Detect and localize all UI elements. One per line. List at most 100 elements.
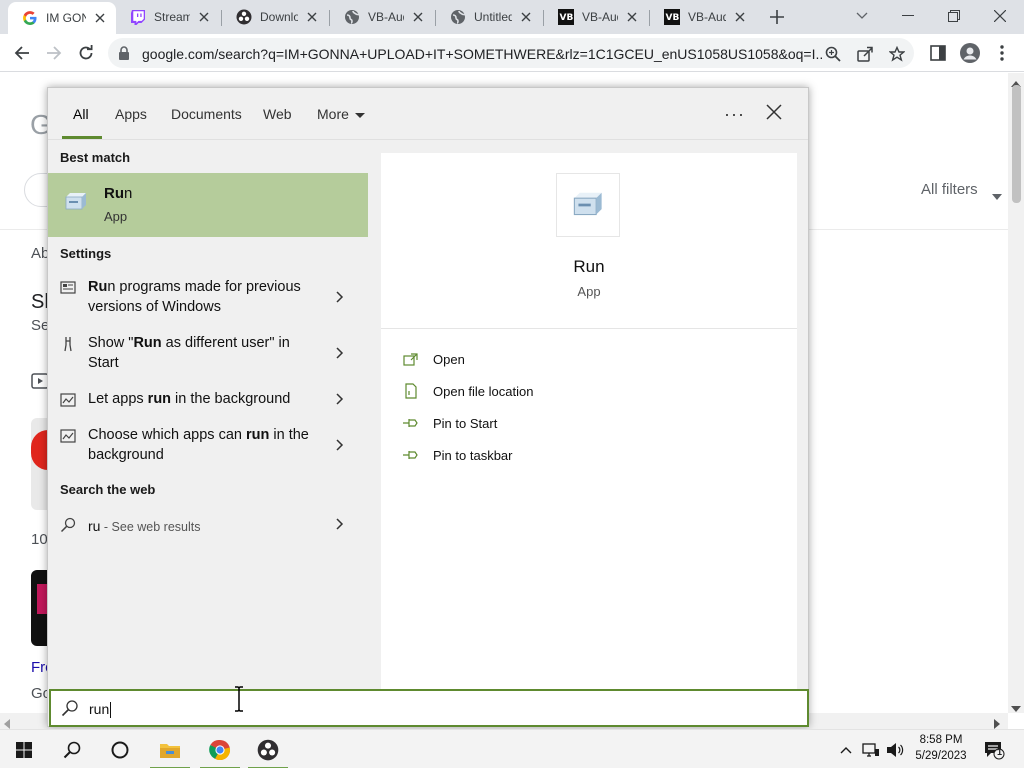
tab-apps[interactable]: Apps — [115, 106, 147, 122]
tab-close-icon[interactable] — [518, 9, 534, 25]
profile-avatar-icon[interactable] — [960, 43, 980, 63]
tab-google-search[interactable]: IM GONNA — [8, 2, 116, 34]
setting-show-run-as-different-user[interactable]: Show "Run as different user" in Start — [48, 333, 368, 379]
action-pin-to-taskbar[interactable]: Pin to taskbar — [401, 445, 513, 465]
start-windows-icon[interactable] — [0, 730, 48, 768]
volume-icon[interactable] — [884, 730, 906, 768]
chrome-icon[interactable] — [196, 730, 244, 768]
taskbar-search-icon[interactable] — [48, 730, 96, 768]
globe-icon — [450, 9, 466, 25]
tab-vb-audio-1[interactable]: VB-Aud — [330, 0, 434, 34]
compatibility-icon — [60, 280, 76, 296]
tab-close-icon[interactable] — [410, 9, 426, 25]
chevron-right-icon — [336, 439, 348, 451]
chevron-right-icon — [336, 393, 348, 405]
page-vertical-scrollbar[interactable] — [1008, 73, 1024, 713]
tab-vb-audio-2[interactable]: VB VB-Aud — [544, 0, 648, 34]
web-query: ru — [88, 518, 101, 534]
tab-vb-audio-3[interactable]: VB VB-Aud — [650, 0, 756, 34]
scrollbar-thumb[interactable] — [1012, 85, 1021, 203]
setting-text-bold: run — [147, 391, 172, 407]
best-match-header: Best match — [60, 150, 131, 165]
system-clock[interactable]: 8:58 PM 5/29/2023 — [906, 732, 976, 764]
address-bar[interactable]: google.com/search?q=IM+GONNA+UPLOAD+IT+S… — [108, 38, 914, 68]
video-thumbnail[interactable] — [31, 418, 48, 510]
setting-let-apps-run-background[interactable]: Let apps run in the background — [48, 389, 368, 415]
setting-text-pre: Show " — [88, 335, 134, 351]
network-icon[interactable] — [860, 730, 882, 768]
reload-icon[interactable] — [74, 41, 98, 65]
tab-all[interactable]: All — [73, 106, 89, 122]
action-open-file-location[interactable]: Open file location — [401, 381, 533, 401]
best-match-type: App — [104, 209, 128, 224]
search-input-box[interactable]: run — [49, 689, 809, 727]
tab-search-chevron-icon[interactable] — [850, 5, 874, 27]
window-close-icon[interactable] — [988, 5, 1012, 27]
file-explorer-icon[interactable] — [146, 730, 194, 768]
vb-icon: VB — [558, 9, 574, 25]
back-arrow-icon[interactable] — [10, 41, 34, 65]
obs-icon — [236, 9, 252, 25]
run-app-icon — [64, 191, 88, 213]
twitch-icon — [130, 9, 146, 25]
url-text[interactable]: google.com/search?q=IM+GONNA+UPLOAD+IT+S… — [142, 46, 822, 62]
count-fragment: 10 — [31, 531, 48, 548]
search-input[interactable]: run — [89, 701, 112, 719]
side-panel-icon[interactable] — [928, 43, 948, 63]
pin-icon — [401, 446, 421, 464]
action-center-notification-icon[interactable]: 1 — [980, 730, 1008, 768]
forward-arrow-icon[interactable] — [42, 41, 66, 65]
tab-close-icon[interactable] — [92, 10, 108, 26]
restore-icon[interactable] — [942, 5, 966, 27]
chrome-menu-icon[interactable] — [992, 43, 1012, 63]
tab-documents[interactable]: Documents — [171, 106, 242, 122]
search-close-icon[interactable] — [766, 104, 786, 124]
cortana-icon[interactable] — [96, 730, 144, 768]
tab-close-icon[interactable] — [732, 9, 748, 25]
all-filters-button[interactable]: All filters — [921, 181, 978, 198]
setting-text-pre: Let apps — [88, 391, 148, 407]
tab-web[interactable]: Web — [263, 106, 292, 122]
tray-chevron-up-icon[interactable] — [836, 730, 856, 768]
tab-title: VB-Aud — [582, 10, 618, 24]
tab-stream[interactable]: Stream — [116, 0, 220, 34]
tab-title: VB-Aud — [688, 10, 726, 24]
more-options-icon[interactable]: ··· — [724, 104, 745, 125]
obs-studio-icon[interactable] — [244, 730, 292, 768]
clock-time: 8:58 PM — [919, 734, 963, 746]
zoom-search-icon[interactable] — [824, 45, 842, 63]
background-apps-icon — [60, 392, 76, 408]
share-icon[interactable] — [856, 45, 874, 63]
preview-subtitle: App — [577, 284, 601, 299]
lock-icon[interactable] — [118, 46, 130, 63]
google-g-icon — [22, 10, 38, 26]
background-apps-icon — [60, 428, 76, 444]
video-thumbnail[interactable] — [31, 570, 48, 646]
action-pin-to-start[interactable]: Pin to Start — [401, 413, 497, 433]
setting-choose-apps-run-background[interactable]: Choose which apps can run in the backgro… — [48, 425, 368, 471]
tweezers-icon — [60, 336, 76, 352]
tab-close-icon[interactable] — [196, 9, 212, 25]
minimize-icon[interactable] — [896, 5, 920, 27]
action-label: Open file location — [433, 383, 534, 399]
tab-untitled[interactable]: Untitled — [436, 0, 542, 34]
tab-title: Downlo — [260, 10, 298, 24]
search-magnifier-icon — [61, 699, 79, 720]
vb-icon: VB — [664, 9, 680, 25]
action-label: Pin to Start — [433, 415, 498, 431]
active-tab-indicator — [62, 136, 102, 139]
search-magnifier-icon — [60, 517, 76, 533]
tab-close-icon[interactable] — [624, 9, 640, 25]
scroll-down-arrow-icon[interactable] — [1011, 700, 1021, 715]
tab-download[interactable]: Downlo — [222, 0, 328, 34]
tab-close-icon[interactable] — [304, 9, 320, 25]
setting-run-programs-previous-windows[interactable]: Run programs made for previous versions … — [48, 277, 368, 323]
match-rest: n — [124, 185, 133, 202]
tab-more[interactable]: More — [317, 106, 365, 122]
best-match-run-app[interactable]: Run App — [48, 173, 368, 237]
all-filters-caret-icon[interactable] — [992, 187, 1002, 204]
bookmark-star-icon[interactable] — [888, 45, 906, 63]
action-open[interactable]: Open — [401, 349, 465, 369]
new-tab-plus-icon[interactable] — [768, 8, 786, 26]
web-search-result[interactable]: ru - See web results — [48, 514, 368, 538]
